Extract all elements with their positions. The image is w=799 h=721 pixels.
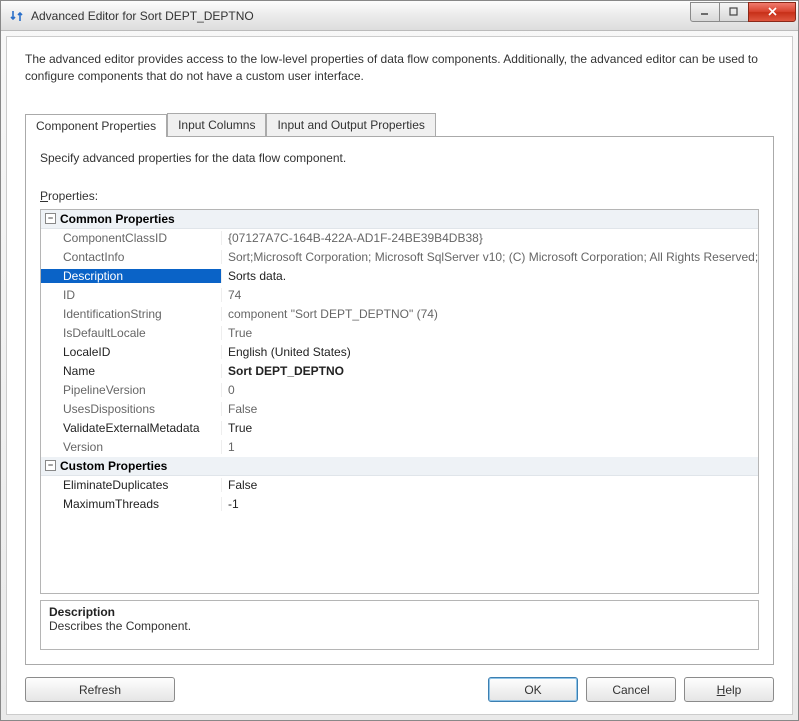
- property-value[interactable]: {07127A7C-164B-422A-AD1F-24BE39B4DB38}: [221, 231, 758, 245]
- help-desc: Describes the Component.: [49, 619, 750, 633]
- property-row[interactable]: ValidateExternalMetadataTrue: [41, 419, 758, 438]
- category-label: Custom Properties: [60, 459, 167, 473]
- window-title: Advanced Editor for Sort DEPT_DEPTNO: [31, 9, 691, 23]
- help-button[interactable]: Help: [684, 677, 774, 702]
- property-name[interactable]: Version: [41, 440, 221, 454]
- properties-label: Properties:: [40, 189, 759, 203]
- property-grid[interactable]: −Common PropertiesComponentClassID{07127…: [40, 209, 759, 594]
- property-name[interactable]: ValidateExternalMetadata: [41, 421, 221, 435]
- property-value[interactable]: False: [221, 478, 758, 492]
- close-button[interactable]: [748, 2, 796, 22]
- tab-component-properties[interactable]: Component Properties: [25, 114, 167, 137]
- property-value[interactable]: Sorts data.: [221, 269, 758, 283]
- dialog-content: The advanced editor provides access to t…: [6, 36, 793, 715]
- property-value[interactable]: 74: [221, 288, 758, 302]
- intro-text: The advanced editor provides access to t…: [25, 51, 774, 85]
- property-value[interactable]: component "Sort DEPT_DEPTNO" (74): [221, 307, 758, 321]
- sort-icon: [9, 8, 25, 24]
- collapse-icon[interactable]: −: [45, 213, 56, 224]
- button-bar: Refresh OK Cancel Help: [25, 677, 774, 702]
- property-value[interactable]: Sort DEPT_DEPTNO: [221, 364, 758, 378]
- tab-input-columns[interactable]: Input Columns: [167, 113, 266, 136]
- titlebar: Advanced Editor for Sort DEPT_DEPTNO: [1, 1, 798, 31]
- property-value[interactable]: 1: [221, 440, 758, 454]
- property-row[interactable]: Version1: [41, 438, 758, 457]
- property-value[interactable]: False: [221, 402, 758, 416]
- tab-strip: Component Properties Input Columns Input…: [25, 113, 774, 136]
- dialog-window: Advanced Editor for Sort DEPT_DEPTNO The…: [0, 0, 799, 721]
- property-value[interactable]: -1: [221, 497, 758, 511]
- property-name[interactable]: Name: [41, 364, 221, 378]
- help-title: Description: [49, 605, 750, 619]
- property-row[interactable]: IdentificationStringcomponent "Sort DEPT…: [41, 305, 758, 324]
- property-help-pane: Description Describes the Component.: [40, 600, 759, 650]
- property-name[interactable]: EliminateDuplicates: [41, 478, 221, 492]
- panel-caption: Specify advanced properties for the data…: [40, 151, 759, 165]
- refresh-button[interactable]: Refresh: [25, 677, 175, 702]
- property-name[interactable]: IdentificationString: [41, 307, 221, 321]
- tab-panel: Specify advanced properties for the data…: [25, 136, 774, 665]
- tab-input-output-properties[interactable]: Input and Output Properties: [266, 113, 435, 136]
- ok-button[interactable]: OK: [488, 677, 578, 702]
- property-name[interactable]: UsesDispositions: [41, 402, 221, 416]
- window-controls: [691, 2, 796, 22]
- property-row[interactable]: MaximumThreads-1: [41, 495, 758, 514]
- property-name[interactable]: ID: [41, 288, 221, 302]
- property-row[interactable]: IsDefaultLocaleTrue: [41, 324, 758, 343]
- property-row[interactable]: ID74: [41, 286, 758, 305]
- category-label: Common Properties: [60, 212, 175, 226]
- property-name[interactable]: ContactInfo: [41, 250, 221, 264]
- maximize-button[interactable]: [719, 2, 749, 22]
- property-value[interactable]: English (United States): [221, 345, 758, 359]
- grid-body: −Common PropertiesComponentClassID{07127…: [41, 210, 758, 593]
- property-name[interactable]: IsDefaultLocale: [41, 326, 221, 340]
- property-row[interactable]: PipelineVersion0: [41, 381, 758, 400]
- property-name[interactable]: Description: [41, 269, 221, 283]
- property-row[interactable]: UsesDispositionsFalse: [41, 400, 758, 419]
- property-value[interactable]: True: [221, 421, 758, 435]
- property-row[interactable]: DescriptionSorts data.: [41, 267, 758, 286]
- property-value[interactable]: Sort;Microsoft Corporation; Microsoft Sq…: [221, 250, 758, 264]
- grid-category[interactable]: −Common Properties: [41, 210, 758, 229]
- property-name[interactable]: MaximumThreads: [41, 497, 221, 511]
- property-name[interactable]: LocaleID: [41, 345, 221, 359]
- property-row[interactable]: EliminateDuplicatesFalse: [41, 476, 758, 495]
- property-row[interactable]: LocaleIDEnglish (United States): [41, 343, 758, 362]
- property-row[interactable]: ContactInfoSort;Microsoft Corporation; M…: [41, 248, 758, 267]
- property-value[interactable]: True: [221, 326, 758, 340]
- property-name[interactable]: PipelineVersion: [41, 383, 221, 397]
- cancel-button[interactable]: Cancel: [586, 677, 676, 702]
- property-name[interactable]: ComponentClassID: [41, 231, 221, 245]
- grid-category[interactable]: −Custom Properties: [41, 457, 758, 476]
- collapse-icon[interactable]: −: [45, 460, 56, 471]
- minimize-button[interactable]: [690, 2, 720, 22]
- property-row[interactable]: NameSort DEPT_DEPTNO: [41, 362, 758, 381]
- property-value[interactable]: 0: [221, 383, 758, 397]
- property-row[interactable]: ComponentClassID{07127A7C-164B-422A-AD1F…: [41, 229, 758, 248]
